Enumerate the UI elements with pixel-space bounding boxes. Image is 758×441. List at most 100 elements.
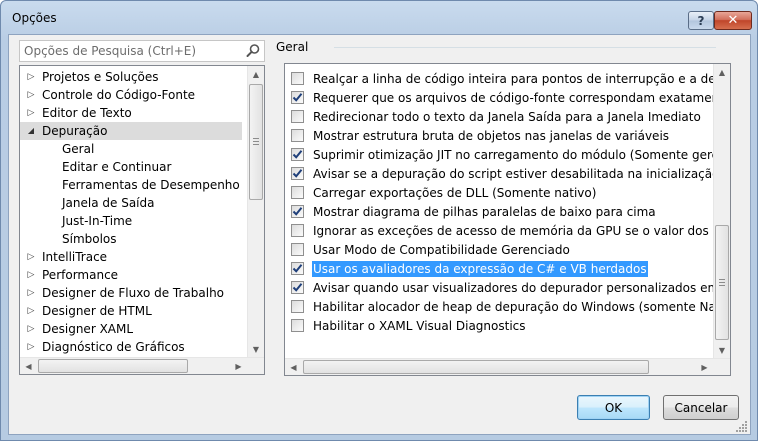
expanded-arrow-icon[interactable]: ◢ (26, 122, 36, 140)
tree-item[interactable]: ▷ Designer de HTML (20, 302, 242, 320)
tree-vertical-scrollbar[interactable]: ▲ ▼ (247, 66, 264, 358)
tree-item[interactable]: Símbolos (20, 230, 242, 248)
collapsed-arrow-icon[interactable]: ▷ (26, 284, 36, 302)
tree-item-label: IntelliTrace (42, 250, 108, 264)
close-button[interactable]: ✕ (714, 11, 752, 30)
option-row[interactable]: Mostrar diagrama de pilhas paralelas de … (285, 202, 714, 221)
collapsed-arrow-icon[interactable]: ▷ (26, 302, 36, 320)
tree-item[interactable]: ▷ Projetos e Soluções (20, 68, 242, 86)
tree-item[interactable]: Editar e Continuar (20, 158, 242, 176)
option-checkbox[interactable] (291, 148, 304, 161)
option-row[interactable]: Habilitar o XAML Visual Diagnostics (285, 316, 714, 335)
scroll-down-icon[interactable]: ▼ (248, 341, 264, 358)
option-row[interactable]: Redirecionar todo o texto da Janela Saíd… (285, 107, 714, 126)
tree-item[interactable]: ▷ Editor de Texto (20, 104, 242, 122)
option-label: Habilitar o XAML Visual Diagnostics (313, 319, 526, 333)
option-row[interactable]: Usar os avaliadores da expressão de C# e… (285, 259, 714, 278)
tree-item[interactable]: ▷ IntelliTrace (20, 248, 242, 266)
scroll-right-icon[interactable]: ▶ (230, 358, 247, 374)
collapsed-arrow-icon[interactable]: ▷ (26, 266, 36, 284)
options-scroll-thumb[interactable] (715, 225, 729, 340)
section-title: Geral (276, 40, 309, 54)
option-checkbox[interactable] (291, 281, 304, 294)
search-icon[interactable] (245, 43, 261, 59)
scroll-up-icon[interactable]: ▲ (714, 64, 730, 81)
tree-scroll-thumb[interactable] (249, 84, 263, 200)
tree-item-label: Designer XAML (42, 322, 134, 336)
tree-item[interactable]: Just-In-Time (20, 212, 242, 230)
tree-item[interactable]: ▷ Performance (20, 266, 242, 284)
checkmark-icon (292, 150, 303, 159)
tree-item-label: Performance (42, 268, 119, 282)
collapsed-arrow-icon[interactable]: ▷ (26, 320, 36, 338)
options-horizontal-scrollbar[interactable]: ◀ ▶ (285, 358, 730, 375)
ok-button[interactable]: OK (577, 395, 650, 420)
option-checkbox[interactable] (291, 262, 304, 275)
option-checkbox[interactable] (291, 129, 304, 142)
option-label: Realçar a linha de código inteira para p… (313, 72, 730, 86)
options-dialog: Opções ? ✕ ▷ Projetos e Soluções ▷ Controle… (0, 0, 758, 441)
checkmark-icon (292, 207, 303, 216)
collapsed-arrow-icon[interactable]: ▷ (26, 248, 36, 266)
tree-item-label: Editar e Continuar (62, 160, 172, 174)
tree-hscroll-thumb[interactable] (38, 359, 188, 373)
option-row[interactable]: Avisar se a depuração do script estiver … (285, 164, 719, 183)
scroll-left-icon[interactable]: ◀ (285, 359, 302, 375)
tree-item-label: Controle do Código-Fonte (42, 88, 196, 102)
tree-item[interactable]: ▷ Designer de Fluxo de Trabalho (20, 284, 242, 302)
option-checkbox[interactable] (291, 224, 304, 237)
tree-item-label: Designer de HTML (42, 304, 152, 318)
title-bar[interactable]: Opções ? ✕ (1, 1, 757, 35)
help-button[interactable]: ? (688, 11, 714, 30)
tree-item[interactable]: Janela de Saída (20, 194, 242, 212)
option-label: Requerer que os arquivos de código-fonte… (313, 91, 731, 105)
scroll-up-icon[interactable]: ▲ (248, 66, 264, 83)
option-checkbox[interactable] (291, 167, 304, 180)
option-row[interactable]: Ignorar as exceções de acesso de memória… (285, 221, 730, 240)
tree-item-label: Depuração (42, 124, 108, 138)
option-label: Habilitar alocador de heap de depuração … (313, 300, 731, 314)
option-row[interactable]: Realçar a linha de código inteira para p… (285, 69, 730, 88)
option-checkbox[interactable] (291, 110, 304, 123)
cancel-button[interactable]: Cancelar (663, 395, 739, 420)
option-checkbox[interactable] (291, 72, 304, 85)
option-checkbox[interactable] (291, 205, 304, 218)
collapsed-arrow-icon[interactable]: ▷ (26, 68, 36, 86)
option-checkbox[interactable] (291, 300, 304, 313)
options-hscroll-thumb[interactable] (303, 360, 649, 374)
tree-item[interactable]: ▷ Diagnóstico de Gráficos (20, 338, 242, 356)
tree-item[interactable]: Ferramentas de Desempenho (20, 176, 242, 194)
option-row[interactable]: Habilitar alocador de heap de depuração … (285, 297, 730, 316)
scroll-right-icon[interactable]: ▶ (696, 359, 713, 375)
option-checkbox[interactable] (291, 186, 304, 199)
checkmark-icon (292, 93, 303, 102)
tree-item-label: Designer de Fluxo de Trabalho (42, 286, 225, 300)
scroll-down-icon[interactable]: ▼ (714, 342, 730, 359)
tree-item[interactable]: Geral (20, 140, 242, 158)
collapsed-arrow-icon[interactable]: ▷ (26, 104, 36, 122)
tree-item[interactable]: ▷ Designer XAML (20, 320, 242, 338)
collapsed-arrow-icon[interactable]: ▷ (26, 338, 36, 356)
collapsed-arrow-icon[interactable]: ▷ (26, 86, 36, 104)
option-checkbox[interactable] (291, 91, 304, 104)
search-input[interactable] (20, 41, 242, 61)
tree-horizontal-scrollbar[interactable]: ◀ ▶ (20, 357, 264, 374)
tree-item[interactable]: ◢ Depuração (20, 122, 242, 140)
resize-grip-icon[interactable] (736, 420, 748, 432)
option-label: Usar os avaliadores da expressão de C# e… (312, 261, 648, 277)
option-row[interactable]: Requerer que os arquivos de código-fonte… (285, 88, 730, 107)
option-label: Suprimir otimização JIT no carregamento … (313, 148, 731, 162)
option-row[interactable]: Carregar exportações de DLL (Somente nat… (285, 183, 714, 202)
scroll-left-icon[interactable]: ◀ (20, 358, 37, 374)
option-row[interactable]: Mostrar estrutura bruta de objetos nas j… (285, 126, 714, 145)
option-row[interactable]: Suprimir otimização JIT no carregamento … (285, 145, 730, 164)
tree-item[interactable]: ▷ Controle do Código-Fonte (20, 86, 242, 104)
option-checkbox[interactable] (291, 243, 304, 256)
options-vertical-scrollbar[interactable]: ▲ ▼ (713, 64, 730, 359)
option-label: Carregar exportações de DLL (Somente nat… (313, 186, 597, 200)
option-row[interactable]: Usar Modo de Compatibilidade Gerenciado (285, 240, 714, 259)
option-checkbox[interactable] (291, 319, 304, 332)
option-row[interactable]: Avisar quando usar visualizadores do dep… (285, 278, 730, 297)
tree-item-label: Just-In-Time (62, 214, 133, 228)
option-label: Redirecionar todo o texto da Janela Saíd… (313, 110, 701, 124)
